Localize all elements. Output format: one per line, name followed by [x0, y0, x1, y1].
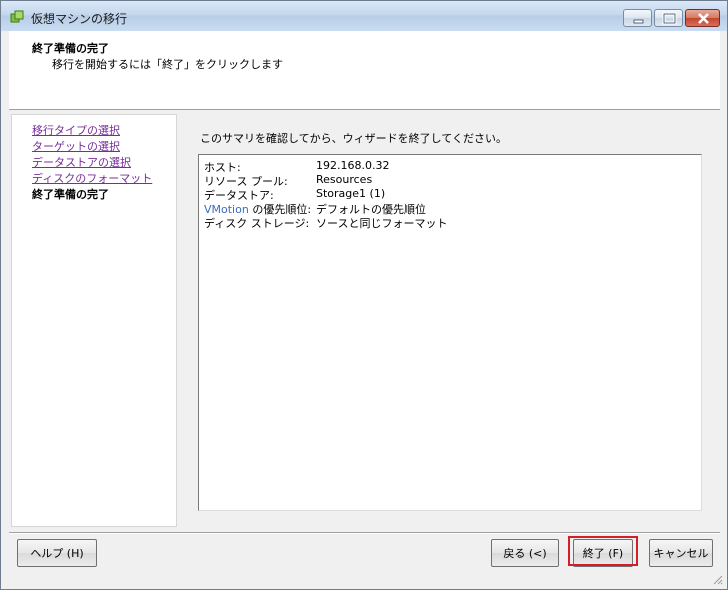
- summary-key: ディスク ストレージ:: [204, 217, 310, 230]
- wizard-body: 移行タイプの選択 ターゲットの選択 データストアの選択 ディスクのフォーマット …: [9, 110, 720, 532]
- resize-grip-icon[interactable]: [711, 573, 723, 585]
- wizard-header: 終了準備の完了 移行を開始するには「終了」をクリックします: [9, 31, 720, 110]
- back-button[interactable]: 戻る (<): [491, 539, 559, 567]
- migrate-vm-wizard-window: 仮想マシンの移行 終了準備の完了 移行を開始するには「終了」をクリックします 移…: [0, 0, 728, 590]
- close-button[interactable]: [685, 9, 720, 27]
- window-title: 仮想マシンの移行: [31, 12, 128, 26]
- nav-step-target[interactable]: ターゲットの選択: [32, 138, 120, 154]
- title-bar[interactable]: 仮想マシンの移行: [1, 1, 727, 31]
- minimize-icon: [633, 19, 644, 24]
- nav-step-ready-to-complete: 終了準備の完了: [32, 188, 109, 201]
- summary-row-disk-storage: ディスク ストレージ: ソースと同じフォーマット: [204, 215, 447, 231]
- cancel-button[interactable]: キャンセル: [649, 539, 713, 567]
- maximize-button[interactable]: [654, 9, 683, 27]
- minimize-button[interactable]: [623, 9, 652, 27]
- summary-value: 192.168.0.32: [316, 159, 390, 172]
- nav-step-disk-format[interactable]: ディスクのフォーマット: [32, 170, 152, 186]
- nav-step-datastore[interactable]: データストアの選択: [32, 154, 131, 170]
- page-title: 終了準備の完了: [32, 42, 109, 55]
- nav-step-migration-type[interactable]: 移行タイプの選択: [32, 122, 120, 138]
- wizard-step-nav: 移行タイプの選択 ターゲットの選択 データストアの選択 ディスクのフォーマット …: [11, 114, 177, 527]
- footer-divider: [9, 532, 720, 534]
- help-button[interactable]: ヘルプ (H): [17, 539, 97, 567]
- summary-instruction: このサマリを確認してから、ウィザードを終了してください。: [200, 132, 508, 145]
- finish-button[interactable]: 終了 (F): [573, 539, 633, 567]
- close-icon: [698, 13, 709, 24]
- summary-box[interactable]: ホスト: 192.168.0.32 リソース プール: Resources デー…: [198, 154, 702, 511]
- summary-value: Storage1 (1): [316, 187, 386, 200]
- page-subtitle: 移行を開始するには「終了」をクリックします: [52, 58, 283, 71]
- summary-value: ソースと同じフォーマット: [316, 217, 448, 230]
- summary-value: Resources: [316, 173, 373, 186]
- maximize-icon: [662, 12, 677, 25]
- vm-migrate-icon: [10, 10, 24, 23]
